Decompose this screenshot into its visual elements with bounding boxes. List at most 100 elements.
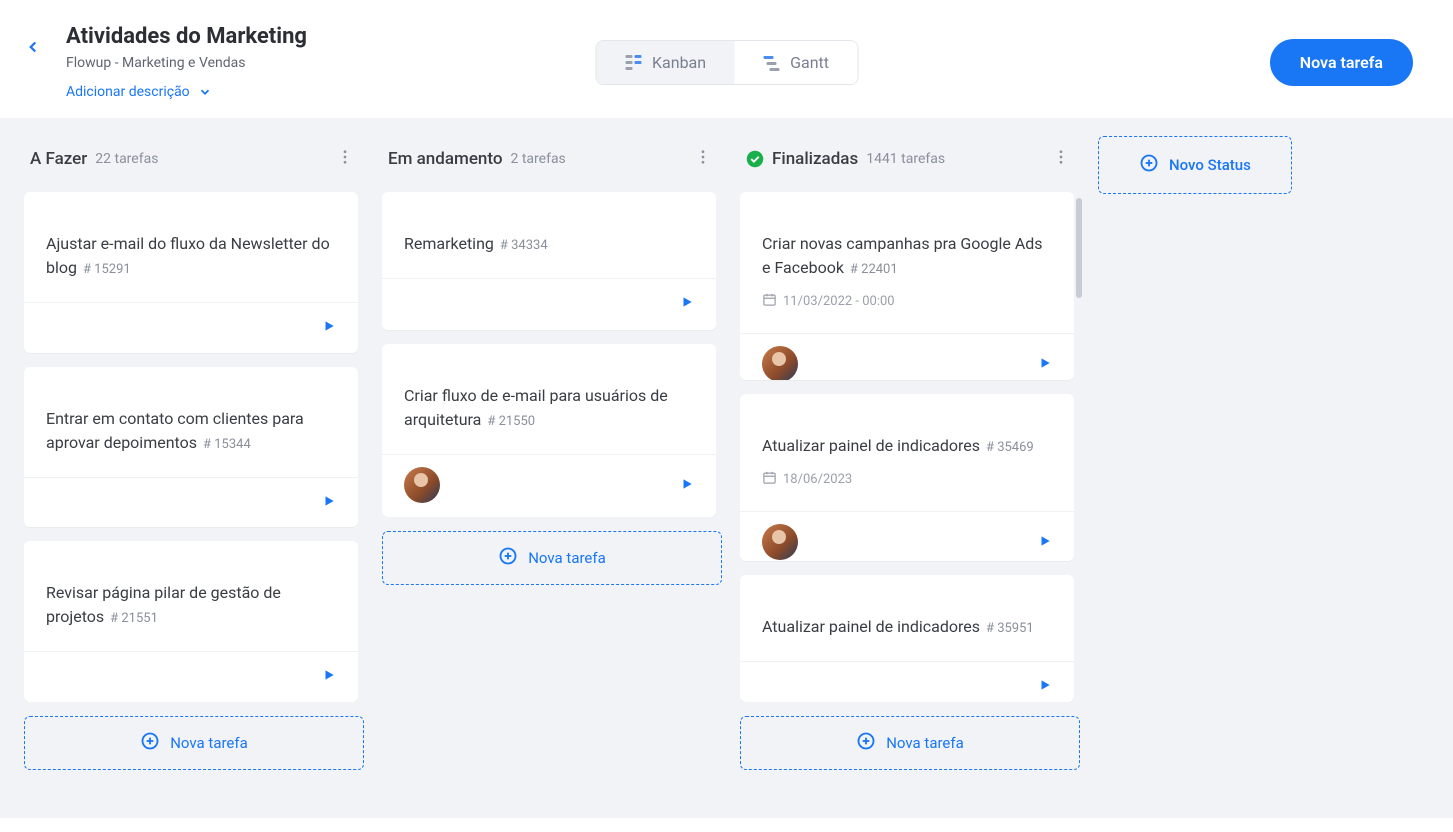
new-task-column-button[interactable]: Nova tarefa xyxy=(740,716,1080,770)
scrollbar[interactable] xyxy=(1076,198,1082,298)
column-title: Finalizadas xyxy=(772,149,858,169)
card-title: Atualizar painel de indicadores # 35469 xyxy=(762,434,1052,458)
card-footer xyxy=(24,651,358,702)
play-button[interactable] xyxy=(322,493,336,512)
kanban-column: Em andamento 2 tarefas Remarketing # 343… xyxy=(382,136,722,800)
task-card[interactable]: Criar novas campanhas pra Google Ads e F… xyxy=(740,192,1074,380)
task-card[interactable]: Revisar página pilar de gestão de projet… xyxy=(24,541,358,702)
card-body: Remarketing # 34334 xyxy=(382,192,716,278)
avatar[interactable] xyxy=(404,467,440,503)
play-button[interactable] xyxy=(1038,677,1052,696)
task-card[interactable]: Atualizar painel de indicadores # 35951 xyxy=(740,575,1074,702)
page-header: Atividades do Marketing Flowup - Marketi… xyxy=(0,0,1453,118)
column-header: Em andamento 2 tarefas xyxy=(382,136,722,192)
card-title: Criar fluxo de e-mail para usuários de a… xyxy=(404,384,694,432)
card-title: Criar novas campanhas pra Google Ads e F… xyxy=(762,232,1052,280)
play-button[interactable] xyxy=(680,476,694,495)
avatar[interactable] xyxy=(762,346,798,380)
column-menu-button[interactable] xyxy=(332,144,358,174)
calendar-icon xyxy=(762,292,777,311)
card-id: # 15344 xyxy=(203,437,251,452)
card-id: # 21550 xyxy=(487,414,535,429)
column-title: A Fazer xyxy=(30,149,87,169)
back-button[interactable] xyxy=(24,38,42,60)
breadcrumb: Flowup - Marketing e Vendas xyxy=(66,55,307,71)
task-card[interactable]: Ajustar e-mail do fluxo da Newsletter do… xyxy=(24,192,358,353)
avatar[interactable] xyxy=(762,524,798,560)
add-description-link[interactable]: Adicionar descrição xyxy=(66,84,212,100)
card-body: Entrar em contato com clientes para apro… xyxy=(24,367,358,477)
task-card[interactable]: Criar fluxo de e-mail para usuários de a… xyxy=(382,344,716,517)
play-button[interactable] xyxy=(1038,355,1052,374)
new-task-button[interactable]: Nova tarefa xyxy=(1270,39,1413,86)
column-count: 2 tarefas xyxy=(511,151,566,167)
view-switcher: Kanban Gantt xyxy=(595,40,858,85)
plus-circle-icon xyxy=(1139,153,1159,177)
card-date: 18/06/2023 xyxy=(762,470,1052,489)
card-id: # 34334 xyxy=(500,238,548,253)
plus-circle-icon xyxy=(140,731,160,755)
card-id: # 15291 xyxy=(83,262,131,277)
card-footer xyxy=(24,302,358,353)
check-circle-icon xyxy=(746,150,764,168)
card-footer xyxy=(24,477,358,528)
card-title: Entrar em contato com clientes para apro… xyxy=(46,407,336,455)
play-button[interactable] xyxy=(680,294,694,313)
new-task-column-button[interactable]: Nova tarefa xyxy=(24,716,364,770)
card-id: # 35469 xyxy=(986,440,1034,455)
kanban-column: Finalizadas 1441 tarefas Criar novas cam… xyxy=(740,136,1080,800)
card-footer xyxy=(740,333,1074,380)
title-area: Atividades do Marketing Flowup - Marketi… xyxy=(66,24,307,100)
column-header: A Fazer 22 tarefas xyxy=(24,136,364,192)
kanban-board: A Fazer 22 tarefas Ajustar e-mail do flu… xyxy=(0,118,1453,818)
view-kanban-button[interactable]: Kanban xyxy=(596,41,734,84)
task-card[interactable]: Remarketing # 34334 xyxy=(382,192,716,330)
cards-list: Ajustar e-mail do fluxo da Newsletter do… xyxy=(24,192,364,702)
new-status-button[interactable]: Novo Status xyxy=(1098,136,1292,194)
card-body: Criar novas campanhas pra Google Ads e F… xyxy=(740,192,1074,333)
task-card[interactable]: Entrar em contato com clientes para apro… xyxy=(24,367,358,528)
page-title: Atividades do Marketing xyxy=(66,24,307,49)
view-kanban-label: Kanban xyxy=(652,53,706,72)
calendar-icon xyxy=(762,470,777,489)
task-card[interactable]: Atualizar painel de indicadores # 35469 … xyxy=(740,394,1074,560)
cards-list: Remarketing # 34334 Criar fluxo de e-mai… xyxy=(382,192,722,517)
play-button[interactable] xyxy=(322,318,336,337)
plus-circle-icon xyxy=(498,546,518,570)
card-date: 11/03/2022 - 00:00 xyxy=(762,292,1052,311)
card-body: Atualizar painel de indicadores # 35469 … xyxy=(740,394,1074,511)
card-id: # 35951 xyxy=(986,621,1034,636)
card-body: Revisar página pilar de gestão de projet… xyxy=(24,541,358,651)
column-menu-button[interactable] xyxy=(690,144,716,174)
plus-circle-icon xyxy=(856,731,876,755)
view-gantt-button[interactable]: Gantt xyxy=(734,41,857,84)
column-header: Finalizadas 1441 tarefas xyxy=(740,136,1080,192)
play-button[interactable] xyxy=(1038,533,1052,552)
chevron-left-icon xyxy=(24,38,42,56)
card-footer xyxy=(740,661,1074,702)
card-id: # 22401 xyxy=(850,262,898,277)
kanban-icon xyxy=(624,54,642,72)
add-description-label: Adicionar descrição xyxy=(66,84,190,100)
card-title: Atualizar painel de indicadores # 35951 xyxy=(762,615,1052,639)
column-title: Em andamento xyxy=(388,149,503,169)
card-footer xyxy=(382,454,716,517)
card-id: # 21551 xyxy=(110,611,158,626)
card-title: Ajustar e-mail do fluxo da Newsletter do… xyxy=(46,232,336,280)
new-task-column-button[interactable]: Nova tarefa xyxy=(382,531,722,585)
column-count: 22 tarefas xyxy=(95,151,158,167)
card-body: Atualizar painel de indicadores # 35951 xyxy=(740,575,1074,661)
card-footer xyxy=(740,511,1074,560)
card-title: Remarketing # 34334 xyxy=(404,232,694,256)
column-count: 1441 tarefas xyxy=(866,151,945,167)
kanban-column: A Fazer 22 tarefas Ajustar e-mail do flu… xyxy=(24,136,364,800)
gantt-icon xyxy=(762,54,780,72)
card-body: Ajustar e-mail do fluxo da Newsletter do… xyxy=(24,192,358,302)
card-title: Revisar página pilar de gestão de projet… xyxy=(46,581,336,629)
chevron-down-icon xyxy=(198,85,212,99)
view-gantt-label: Gantt xyxy=(790,53,829,72)
cards-list: Criar novas campanhas pra Google Ads e F… xyxy=(740,192,1080,702)
card-footer xyxy=(382,278,716,330)
column-menu-button[interactable] xyxy=(1048,144,1074,174)
play-button[interactable] xyxy=(322,667,336,686)
